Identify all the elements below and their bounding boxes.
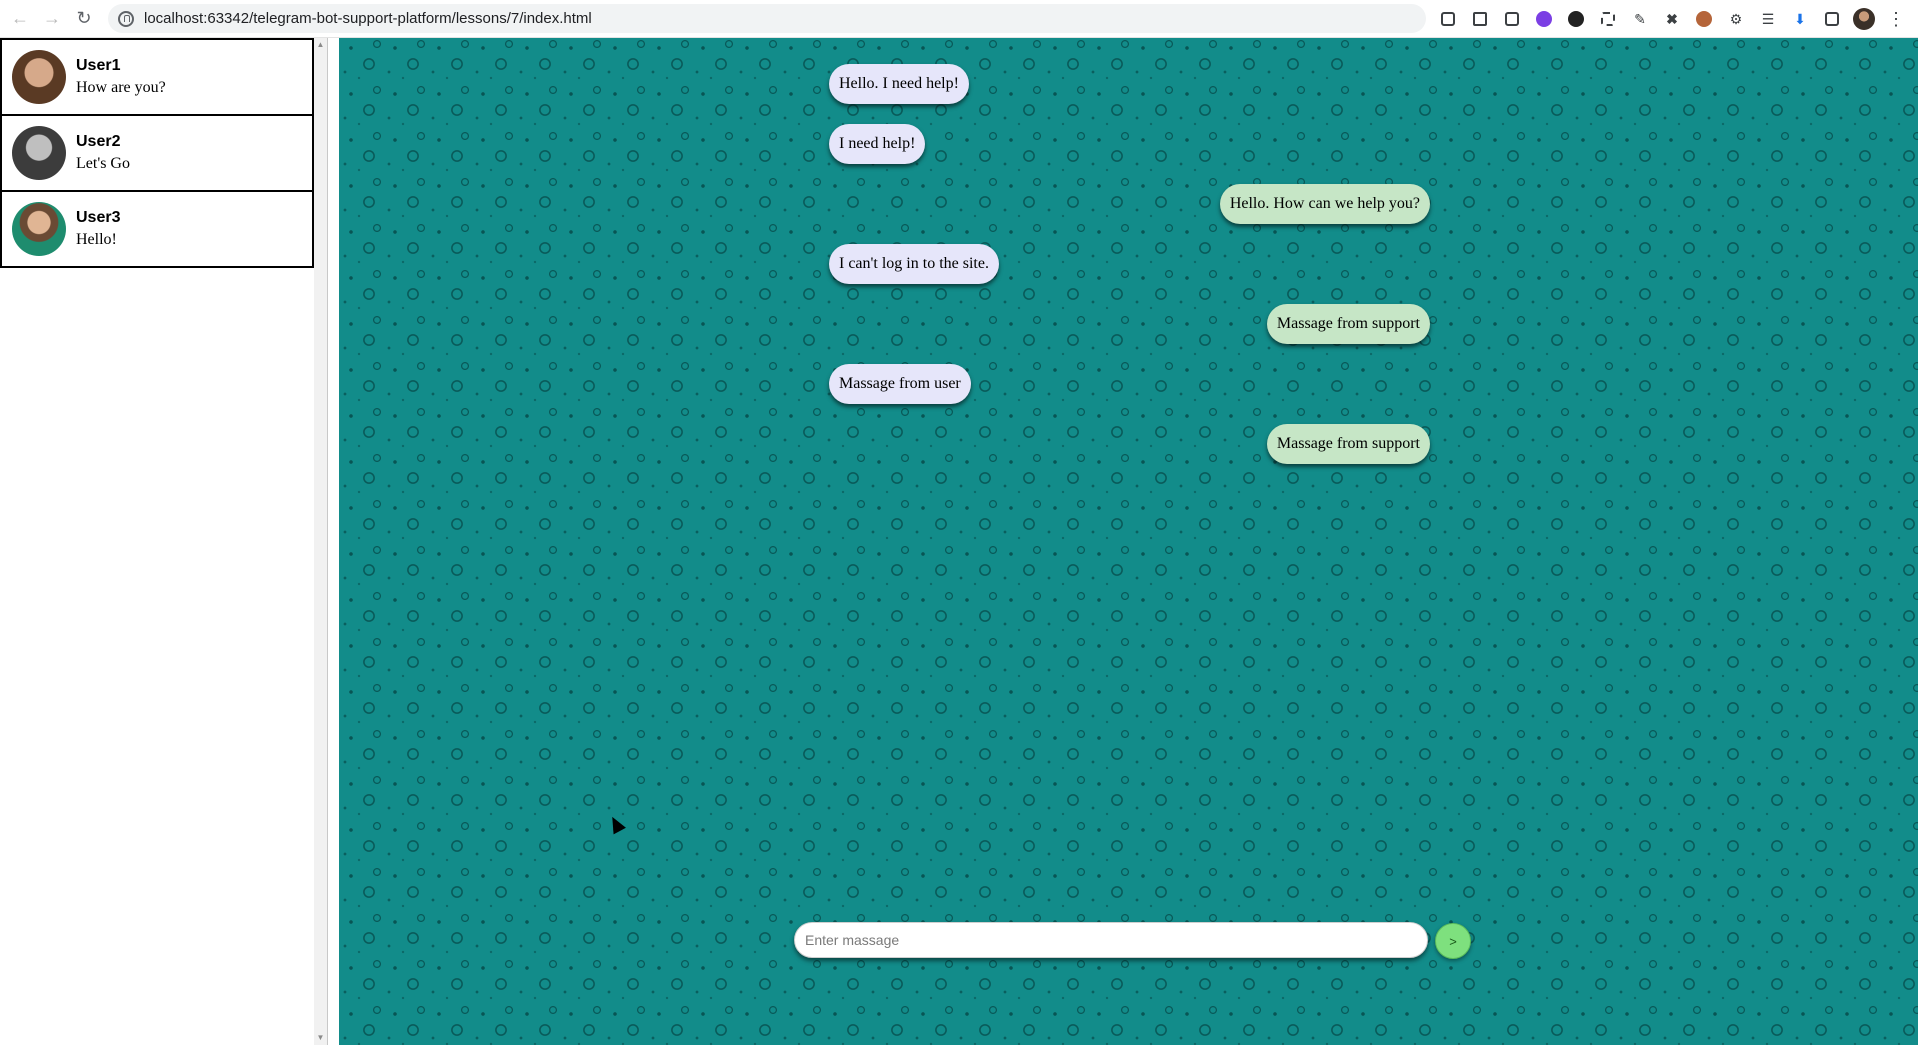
chat-item-user1[interactable]: User1 How are you?: [0, 38, 314, 116]
puzzle-icon[interactable]: ⚙: [1724, 7, 1748, 31]
reading-list-icon[interactable]: ☰: [1756, 7, 1780, 31]
reload-icon[interactable]: ↻: [72, 6, 96, 30]
browser-toolbar: ← → ↻ localhost:63342/telegram-bot-suppo…: [0, 0, 1918, 38]
chat-name: User3: [76, 209, 121, 226]
chat-item-user2[interactable]: User2 Let's Go: [0, 116, 314, 192]
scroll-up-icon[interactable]: ▲: [314, 38, 327, 52]
side-panel-icon[interactable]: [1820, 7, 1844, 31]
screenshot-icon[interactable]: [1596, 7, 1620, 31]
extensions-bar: ✎ ✖ ⚙ ☰ ⬇ ⋮: [1436, 6, 1908, 32]
back-icon[interactable]: ←: [8, 6, 32, 30]
chat-last-message: Let's Go: [76, 155, 130, 172]
cookie-icon[interactable]: [1692, 7, 1716, 31]
chat-name: User2: [76, 133, 121, 150]
message-input[interactable]: [795, 932, 1427, 948]
message-support: Hello. How can we help you?: [1219, 184, 1430, 224]
send-button[interactable]: >: [1435, 923, 1471, 959]
chat-item-user3[interactable]: User3 Hello!: [0, 192, 314, 268]
address-bar[interactable]: localhost:63342/telegram-bot-support-pla…: [108, 4, 1426, 33]
chat-name: User1: [76, 57, 121, 74]
chat-last-message: How are you?: [76, 79, 166, 96]
chat-sidebar: User1 How are you? User2 Let's Go User3 …: [0, 38, 328, 1045]
purple-extension-icon[interactable]: [1532, 7, 1556, 31]
more-menu-icon[interactable]: ⋮: [1884, 7, 1908, 31]
record-extension-icon[interactable]: [1564, 7, 1588, 31]
message-user: I can't log in to the site.: [829, 244, 999, 284]
chat-window: Hello. I need help! I need help! Hello. …: [339, 38, 1918, 1045]
message-user: I need help!: [829, 124, 926, 164]
pen-icon[interactable]: ✎: [1628, 7, 1652, 31]
bookmark-icon[interactable]: [1436, 7, 1460, 31]
download-icon[interactable]: ⬇: [1788, 7, 1812, 31]
vue-devtools-icon[interactable]: ✖: [1660, 7, 1684, 31]
sidebar-scrollbar[interactable]: ▲ ▼: [314, 38, 327, 1045]
forward-icon[interactable]: →: [40, 6, 64, 30]
profile-avatar[interactable]: [1852, 7, 1876, 31]
message-support: Massage from support: [1266, 304, 1430, 344]
scroll-down-icon[interactable]: ▼: [314, 1031, 327, 1045]
page-icon[interactable]: [1500, 7, 1524, 31]
message-user: Massage from user: [829, 364, 971, 404]
message-user: Hello. I need help!: [829, 64, 969, 104]
avatar: [12, 202, 66, 256]
message-input-wrapper: [794, 922, 1428, 958]
avatar: [12, 126, 66, 180]
site-info-icon[interactable]: [118, 10, 134, 27]
url-text: localhost:63342/telegram-bot-support-pla…: [144, 10, 592, 27]
message-support: Massage from support: [1266, 424, 1430, 464]
tab-grid-icon[interactable]: [1468, 7, 1492, 31]
chat-last-message: Hello!: [76, 231, 117, 248]
chat-list: User1 How are you? User2 Let's Go User3 …: [0, 38, 314, 268]
avatar: [12, 50, 66, 104]
